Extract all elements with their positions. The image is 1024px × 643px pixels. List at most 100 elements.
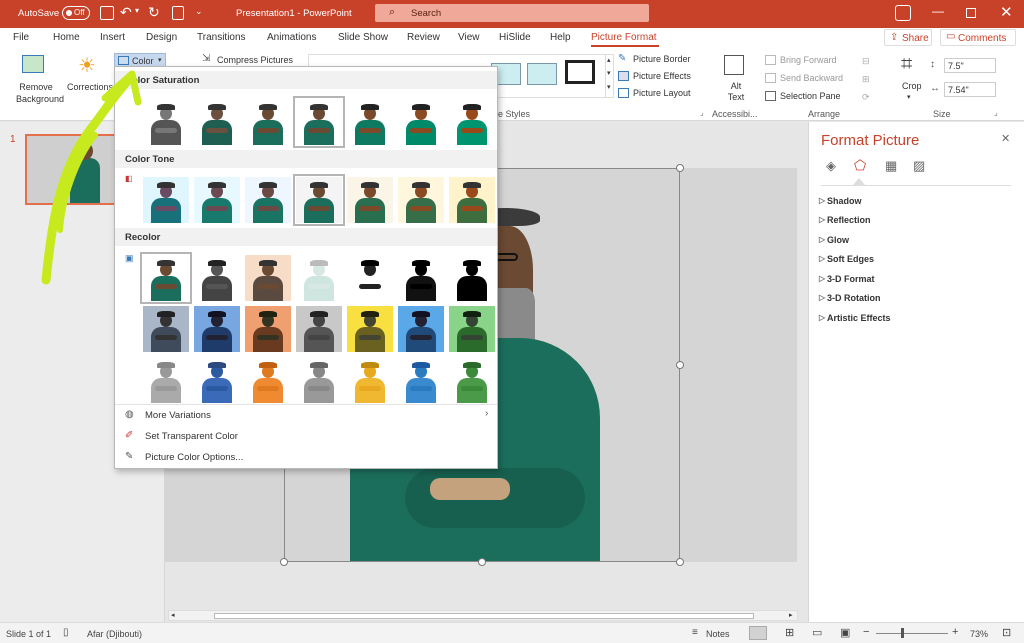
share-button[interactable]: ⇪ Share [884,29,932,46]
color-variant-thumb[interactable] [398,99,444,145]
horizontal-scrollbar[interactable]: ◂ ▸ [168,610,798,621]
shadow-section[interactable]: ▷ Shadow [819,196,862,206]
rotate-icon[interactable]: ⟳ [862,92,870,103]
gallery-scroll[interactable]: ▴ ▾ ▾ [605,55,615,97]
color-variant-thumb[interactable] [398,306,444,352]
tab-review[interactable]: Review [407,32,440,43]
close-pane-icon[interactable]: ✕ [1001,132,1010,145]
color-variant-thumb[interactable] [293,96,345,148]
size-properties-icon[interactable]: ▦ [885,158,897,174]
3d-rotation-section[interactable]: ▷ 3-D Rotation [819,293,881,303]
color-variant-thumb[interactable] [143,357,189,403]
tab-transitions[interactable]: Transitions [197,32,246,43]
picture-effects-button[interactable]: Picture Effects [618,70,708,84]
comments-button[interactable]: ▭ Comments [940,29,1016,46]
search-box[interactable]: ⌕ Search [375,4,649,22]
width-input[interactable]: 7.54" [944,82,996,97]
zoom-slider-thumb[interactable] [901,628,904,638]
color-variant-thumb[interactable] [398,357,444,403]
redo-icon[interactable]: ↻ [148,4,160,21]
selection-pane-button[interactable]: Selection Pane [765,90,861,104]
slide-show-icon[interactable]: ▣ [840,626,850,639]
color-variant-thumb[interactable] [143,306,189,352]
tab-slide-show[interactable]: Slide Show [338,32,388,43]
color-variant-thumb[interactable] [245,306,291,352]
artistic-effects-section[interactable]: ▷ Artistic Effects [819,313,891,323]
customize-qat-icon[interactable]: ⌄ [195,6,203,17]
color-variant-thumb[interactable] [245,255,291,301]
minimize-icon[interactable]: — [932,4,944,18]
picture-layout-button[interactable]: Picture Layout [618,87,708,101]
align-icon[interactable]: ⊟ [862,56,870,67]
resize-handle[interactable] [676,361,684,369]
tab-help[interactable]: Help [550,32,571,43]
zoom-out-icon[interactable]: − [863,626,869,638]
maximize-icon[interactable] [966,8,976,18]
undo-icon[interactable]: ↶ [120,4,132,21]
fill-line-icon[interactable]: ◈ [826,158,836,174]
picture-border-button[interactable]: ✎ Picture Border [618,53,708,67]
color-variant-thumb[interactable] [296,255,342,301]
tab-view[interactable]: View [458,32,480,43]
color-variant-thumb[interactable] [245,357,291,403]
styles-dialog-launcher-icon[interactable]: ⌟ [700,108,704,117]
fit-slide-icon[interactable]: ⊡ [1002,626,1011,639]
color-variant-thumb[interactable] [296,357,342,403]
color-variant-thumb[interactable] [347,177,393,223]
color-variant-thumb[interactable] [194,99,240,145]
slide-sorter-icon[interactable]: ⊞ [785,626,794,639]
color-variant-thumb[interactable] [245,99,291,145]
color-variant-thumb[interactable] [449,255,495,301]
tab-hislide[interactable]: HiSlide [499,32,531,43]
zoom-in-icon[interactable]: + [952,626,958,638]
color-variant-thumb[interactable] [449,177,495,223]
color-variant-thumb[interactable] [347,255,393,301]
color-variant-thumb[interactable] [449,306,495,352]
language-indicator[interactable]: Afar (Djibouti) [87,629,142,639]
effects-icon[interactable]: ⬠ [854,157,866,174]
color-variant-thumb[interactable] [398,255,444,301]
3d-format-section[interactable]: ▷ 3-D Format [819,274,875,284]
normal-view-icon[interactable] [749,626,767,640]
picture-icon[interactable]: ▨ [913,158,925,174]
color-variant-thumb[interactable] [347,306,393,352]
color-variant-thumb[interactable] [245,177,291,223]
color-variant-thumb[interactable] [296,306,342,352]
reflection-section[interactable]: ▷ Reflection [819,215,871,225]
scroll-left-icon[interactable]: ◂ [171,611,175,619]
glow-section[interactable]: ▷ Glow [819,235,849,245]
tab-picture-format[interactable]: Picture Format [591,32,657,43]
resize-handle[interactable] [478,558,486,566]
soft-edges-section[interactable]: ▷ Soft Edges [819,254,874,264]
present-icon[interactable] [172,6,184,20]
color-variant-thumb[interactable] [293,174,345,226]
color-variant-thumb[interactable] [194,255,240,301]
bring-forward-button[interactable]: Bring Forward [765,54,861,68]
save-icon[interactable] [100,6,114,20]
color-variant-thumb[interactable] [347,99,393,145]
crop-button[interactable]: ⌗ Crop ▾ [898,53,926,103]
ribbon-display-icon[interactable] [895,5,911,21]
height-input[interactable]: 7.5" [944,58,996,73]
resize-handle[interactable] [676,164,684,172]
reading-view-icon[interactable]: ▭ [812,626,822,639]
style-thumb[interactable] [527,63,557,85]
color-variant-thumb[interactable] [194,306,240,352]
size-dialog-launcher-icon[interactable]: ⌟ [994,108,998,117]
tab-animations[interactable]: Animations [267,32,316,43]
gallery-more-icon[interactable]: ▾ [607,83,611,91]
alt-text-button[interactable]: Alt Text [718,53,752,103]
autosave-toggle[interactable]: Off [62,6,90,20]
color-variant-thumb[interactable] [449,357,495,403]
scroll-up-icon[interactable]: ▴ [607,56,611,64]
picture-color-options-item[interactable]: ✎ Picture Color Options... [123,449,495,467]
zoom-slider[interactable] [876,633,948,634]
zoom-level[interactable]: 73% [970,629,988,639]
close-icon[interactable]: ✕ [1000,3,1013,21]
set-transparent-color-item[interactable]: ✐ Set Transparent Color [123,428,495,446]
color-variant-thumb[interactable] [194,177,240,223]
group-icon[interactable]: ⊞ [862,74,870,85]
color-variant-thumb[interactable] [347,357,393,403]
color-variant-thumb[interactable] [194,357,240,403]
style-thumb[interactable] [565,60,595,84]
